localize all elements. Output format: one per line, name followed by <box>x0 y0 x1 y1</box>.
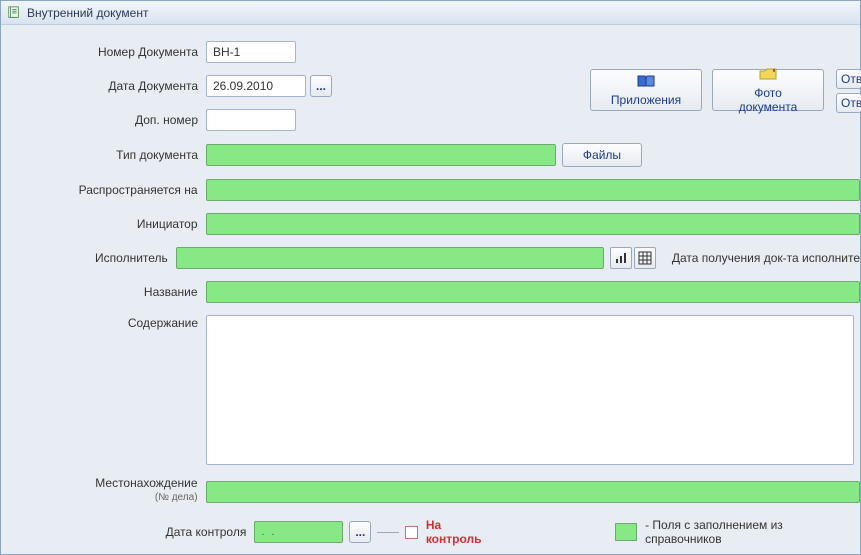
ref-fields-legend: - Поля с заполнением из справочников <box>615 518 860 546</box>
label-applies-to: Распространяется на <box>1 182 206 198</box>
executor-grid-icon-button[interactable] <box>634 247 656 269</box>
label-control-date: Дата контроля <box>51 524 254 540</box>
label-doc-number: Номер Документа <box>1 44 206 60</box>
row-content: Содержание <box>1 315 860 465</box>
row-doc-type: Тип документа Файлы <box>1 143 860 167</box>
doc-date-picker-button[interactable]: ... <box>310 75 332 97</box>
applies-to-ref-input[interactable] <box>206 179 860 201</box>
doc-photo-label: Фото документа <box>727 86 809 114</box>
row-doc-number: Номер Документа <box>1 41 860 63</box>
titlebar: Внутренний документ <box>1 1 860 25</box>
executor-ref-input[interactable] <box>176 247 604 269</box>
document-icon <box>7 6 21 20</box>
label-location-stack: Местонахождение (№ дела) <box>1 477 206 506</box>
title-ref-input[interactable] <box>206 281 860 303</box>
label-executor: Исполнитель <box>1 250 176 266</box>
label-content: Содержание <box>1 315 206 331</box>
resp-button-1[interactable]: Отв <box>836 69 861 89</box>
files-button[interactable]: Файлы <box>562 143 642 167</box>
executor-icon-buttons <box>610 247 656 269</box>
right-small-buttons: Отв Отв <box>836 69 861 113</box>
grid-icon <box>638 251 652 265</box>
files-button-label: Файлы <box>583 148 621 162</box>
control-date-picker-button[interactable]: ... <box>349 521 371 543</box>
label-add-number: Доп. номер <box>1 112 206 128</box>
initiator-ref-input[interactable] <box>206 213 860 235</box>
label-location: Местонахождение <box>95 477 197 490</box>
form-content: Приложения Фото документа Отв Отв Номер … <box>1 25 860 546</box>
ellipsis-icon-2: ... <box>355 525 365 539</box>
content-textarea[interactable] <box>206 315 854 465</box>
row-executor: Исполнитель <box>1 247 860 269</box>
doc-type-ref-input[interactable] <box>206 144 556 166</box>
row-initiator: Инициатор <box>1 213 860 235</box>
row-location: Местонахождение (№ дела) <box>1 477 860 506</box>
label-initiator: Инициатор <box>1 216 206 232</box>
window-title: Внутренний документ <box>27 6 148 20</box>
ellipsis-icon: ... <box>316 79 326 93</box>
doc-photo-button[interactable]: Фото документа <box>712 69 824 111</box>
row-title: Название <box>1 281 860 303</box>
row-control: Дата контроля . . ... На контроль - Поля… <box>51 518 860 546</box>
top-actions: Приложения Фото документа Отв Отв <box>590 69 861 113</box>
control-group: . . ... На контроль - Поля с заполнением… <box>254 518 860 546</box>
window-frame: Внутренний документ Приложения <box>0 0 861 555</box>
doc-number-input[interactable] <box>206 41 296 63</box>
legend-text: - Поля с заполнением из справочников <box>645 518 860 546</box>
executor-date-note: Дата получения док-та исполните <box>672 251 860 265</box>
add-number-input[interactable] <box>206 109 296 131</box>
on-control-label: На контроль <box>426 518 499 546</box>
legend-swatch <box>615 523 637 541</box>
label-doc-type: Тип документа <box>1 147 206 163</box>
label-location-sub: (№ дела) <box>155 490 198 506</box>
control-date-input[interactable]: . . <box>254 521 343 543</box>
attachments-button[interactable]: Приложения <box>590 69 702 111</box>
book-icon <box>636 74 656 91</box>
location-ref-input[interactable] <box>206 481 860 503</box>
doc-date-input[interactable] <box>206 75 306 97</box>
executor-chart-icon-button[interactable] <box>610 247 632 269</box>
folder-icon <box>758 67 778 84</box>
chart-icon <box>614 251 628 265</box>
connector-line <box>377 532 399 533</box>
on-control-checkbox[interactable] <box>405 526 418 539</box>
attachments-label: Приложения <box>611 93 681 107</box>
resp-button-2[interactable]: Отв <box>836 93 861 113</box>
row-applies-to: Распространяется на <box>1 179 860 201</box>
label-title: Название <box>1 284 206 300</box>
label-doc-date: Дата Документа <box>1 78 206 94</box>
